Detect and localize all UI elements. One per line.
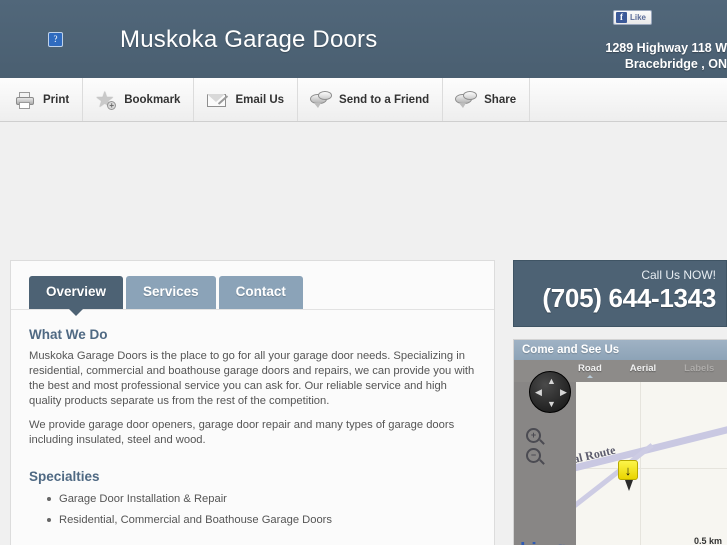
map-grid-line: [640, 382, 641, 545]
map-pan-control[interactable]: ▲ ▼ ◀ ▶: [529, 371, 571, 413]
bookmark-button[interactable]: ★ + Bookmark: [83, 78, 195, 121]
bing-map[interactable]: Memorial Route ach Rd 15 Road Aerial Lab…: [514, 360, 727, 545]
call-us-panel: Call Us NOW! (705) 644-1343: [513, 260, 727, 327]
facebook-like-label: Like: [630, 13, 647, 22]
content-tabs: Overview Services Contact: [29, 276, 476, 315]
main-area: Overview Services Contact What We Do Mus…: [0, 122, 727, 545]
map-grid-line: [576, 468, 727, 469]
map-tab-labels[interactable]: Labels: [684, 363, 714, 374]
tab-contact[interactable]: Contact: [218, 276, 303, 309]
send-to-friend-button[interactable]: Send to a Friend: [298, 78, 444, 121]
send-to-friend-label: Send to a Friend: [339, 93, 430, 106]
list-item: Garage Door Installation & Repair: [47, 491, 476, 507]
facebook-like-button[interactable]: f Like: [613, 10, 653, 25]
email-us-label: Email Us: [235, 93, 285, 106]
business-address: 1289 Highway 118 W Bracebridge , ON: [507, 40, 727, 72]
pan-left-icon[interactable]: ◀: [535, 388, 542, 397]
share-label: Share: [484, 93, 517, 106]
map-tab-aerial[interactable]: Aerial: [630, 363, 656, 374]
sidebar: Call Us NOW! (705) 644-1343 Come and See…: [513, 260, 727, 545]
page-title: Muskoka Garage Doors: [120, 26, 378, 53]
email-us-button[interactable]: Email Us: [194, 78, 299, 121]
share-button[interactable]: Share: [443, 78, 531, 121]
printer-icon: [14, 90, 36, 110]
pan-right-icon[interactable]: ▶: [560, 388, 567, 397]
bookmark-label: Bookmark: [124, 93, 181, 106]
call-us-prompt: Call Us NOW!: [641, 268, 716, 282]
map-view-tabs: Road Aerial Labels: [578, 363, 714, 378]
what-we-do-paragraph-1: Muskoka Garage Doors is the place to go …: [29, 349, 475, 407]
speech-bubbles-icon: [310, 90, 333, 110]
bing-logo[interactable]: bing™: [520, 540, 565, 545]
specialties-heading: Specialties: [29, 468, 100, 484]
what-we-do-heading: What We Do: [29, 326, 108, 342]
facebook-icon: f: [616, 12, 627, 23]
page-root: ? Muskoka Garage Doors f Like 1289 Highw…: [0, 0, 727, 545]
map-tab-road[interactable]: Road: [578, 363, 602, 378]
list-item: Residential, Commercial and Boathouse Ga…: [47, 512, 476, 528]
content-panel: Overview Services Contact What We Do Mus…: [10, 260, 495, 545]
tabs-divider: [11, 308, 494, 310]
map-scale-label: 0.5 km: [693, 536, 722, 545]
site-header: ? Muskoka Garage Doors f Like 1289 Highw…: [0, 0, 727, 78]
tab-overview[interactable]: Overview: [29, 276, 124, 315]
map-panel-heading: Come and See Us: [514, 340, 727, 360]
map-zoom-out-icon[interactable]: −: [526, 448, 541, 463]
map-panel: Come and See Us Memorial Route ach Rd 15: [513, 339, 727, 545]
address-line-1: 1289 Highway 118 W: [605, 41, 727, 55]
tab-services[interactable]: Services: [126, 276, 216, 309]
map-scale-bar: 0.5 km: [634, 536, 722, 545]
broken-image-icon: ?: [48, 32, 63, 47]
envelope-pencil-icon: [206, 90, 229, 110]
pan-down-icon[interactable]: ▼: [547, 400, 556, 409]
star-add-icon: ★ +: [95, 90, 117, 110]
address-line-2: Bracebridge , ON: [624, 57, 727, 71]
map-location-pin-icon[interactable]: ↓: [618, 460, 638, 491]
map-zoom-in-icon[interactable]: +: [526, 428, 541, 443]
what-we-do-paragraph-2: We provide garage door openers, garage d…: [29, 418, 455, 446]
print-button[interactable]: Print: [0, 78, 84, 121]
speech-bubbles-icon: [455, 90, 478, 110]
bing-logo-text: bing: [520, 540, 559, 545]
print-label: Print: [43, 93, 70, 106]
phone-number[interactable]: (705) 644-1343: [514, 284, 716, 312]
specialties-list: Garage Door Installation & Repair Reside…: [29, 491, 476, 528]
share-toolbar: Print ★ + Bookmark Email Us Send to a Fri…: [0, 78, 727, 122]
pan-up-icon[interactable]: ▲: [547, 377, 556, 386]
